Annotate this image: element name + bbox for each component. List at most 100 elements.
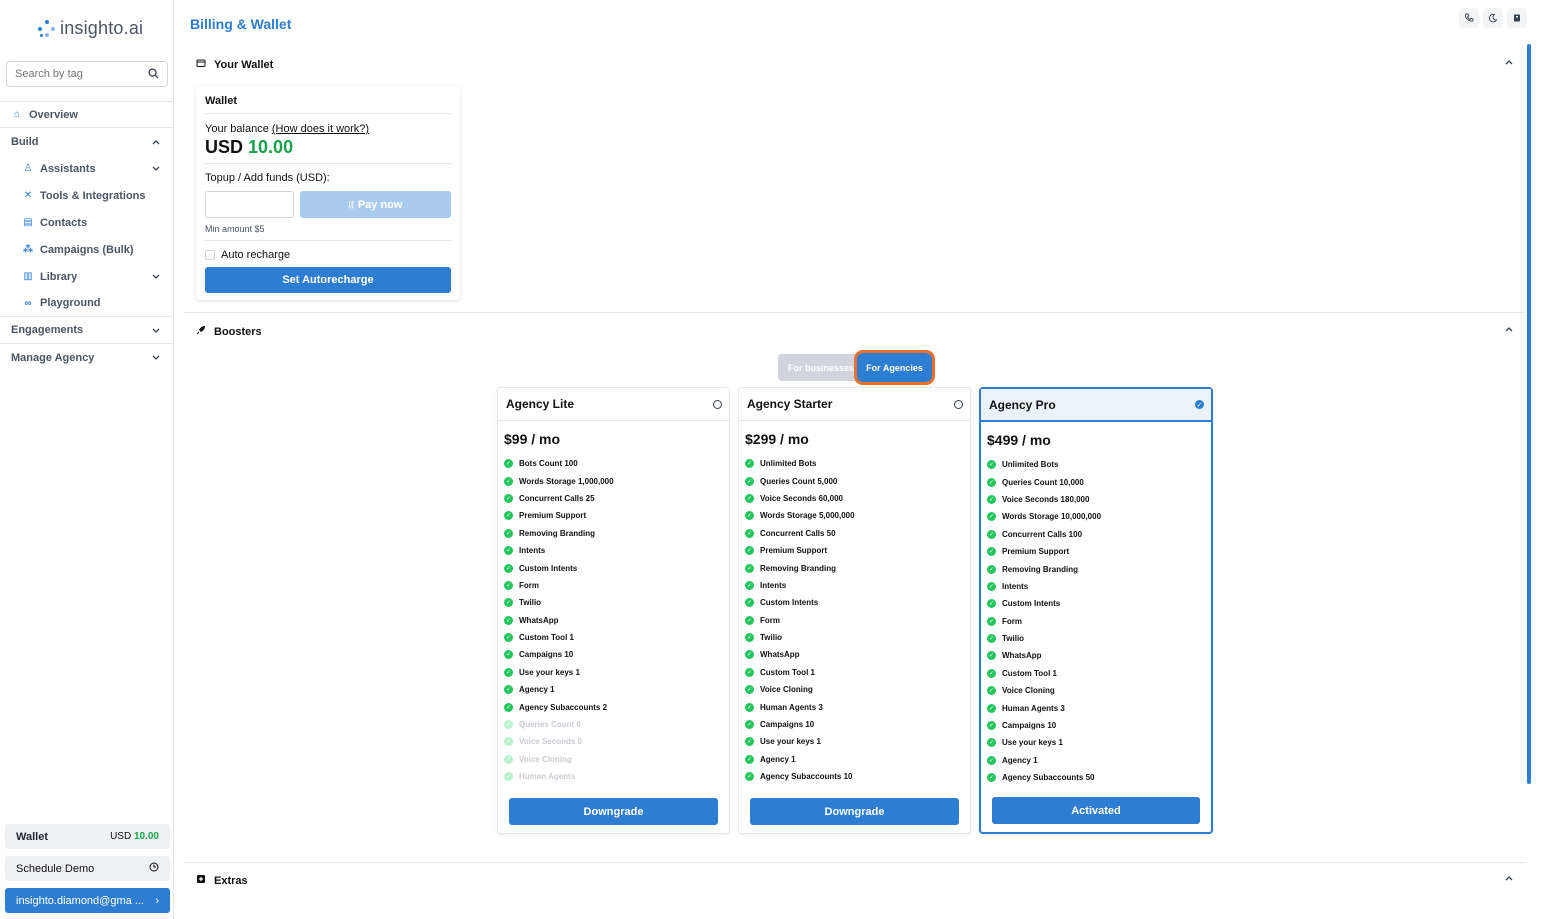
user-icon: ♙ [23,163,33,174]
plan-name: Agency Lite [506,397,575,411]
check-icon: ✓ [504,546,513,556]
sidebar-section-build[interactable]: Build [0,128,174,155]
wallet-icon [196,58,206,71]
auto-recharge-checkbox[interactable] [205,250,215,260]
sidebar-item-label: Overview [29,108,78,121]
check-icon: ✓ [745,580,754,590]
check-icon: ✓ [987,616,996,626]
sidebar-section-manage-agency[interactable]: Manage Agency [0,344,174,371]
sidebar-item-playground[interactable]: ∞ Playground [0,290,174,317]
feature-item: ✓ Intents [504,546,546,556]
check-icon: ✓ [987,477,996,487]
sidebar-wallet[interactable]: Wallet USD 10.00 [5,824,170,849]
plan-card-agency-lite[interactable]: Agency Lite $99 / mo ✓ Bots Count 100 ✓ Wo… [497,387,730,834]
sidebar-item-assistants[interactable]: ♙ Assistants [0,155,174,182]
check-icon: ✓ [504,702,513,712]
check-icon: ✓ [504,685,513,695]
logo[interactable]: insighto.ai [38,18,143,39]
moon-icon[interactable] [1483,8,1503,28]
extras-section-header[interactable]: Extras [196,874,248,887]
wallet-card: Wallet Your balance (How does it work?) … [196,86,460,300]
pay-now-button[interactable]: (( Pay now [300,191,451,218]
feature-item: ✓ Use your keys 1 [987,738,1063,748]
feature-item: ✓ Bots Count 100 [504,459,578,469]
plan-card-agency-pro[interactable]: Agency Pro ✓ $499 / mo ✓ Unlimited Bots ✓… [979,387,1213,834]
sidebar-nav: ⌂ Overview Build ♙ Assistants ✕ Tools & … [0,101,174,371]
sidebar-item-overview[interactable]: ⌂ Overview [0,101,174,128]
feature-item: ✓ Unlimited Bots [987,460,1059,470]
check-icon: ✓ [745,685,754,695]
plan-name: Agency Pro [989,397,1056,412]
check-icon: ✓ [745,650,754,660]
boosters-section-header[interactable]: Boosters [196,325,262,338]
sidebar-item-library[interactable]: ▥ Library [0,263,174,290]
check-icon: ✓ [504,563,513,573]
wallet-section-header[interactable]: Your Wallet [196,58,273,71]
user-account-button[interactable]: insighto.diamond@gma ... › [5,888,170,913]
sidebar-item-tools[interactable]: ✕ Tools & Integrations [0,182,174,209]
feature-item: ✓ Use your keys 1 [745,737,821,747]
feature-item: ✓ Agency Subaccounts 50 [987,773,1095,783]
sidebar-section-label: Manage Agency [11,351,95,364]
plan-radio[interactable] [713,399,722,409]
check-icon: ✓ [504,667,513,677]
feature-item: ✓ Campaigns 10 [987,721,1057,731]
sidebar-item-contacts[interactable]: ▤ Contacts [0,209,174,236]
check-icon: ✓ [745,633,754,643]
check-icon: ✓ [987,755,996,765]
tools-icon: ✕ [23,190,33,201]
feature-item: ✓ Human Agents 3 [745,702,823,712]
check-icon: ✓ [987,512,996,522]
book-icon[interactable] [1507,8,1527,28]
feature-item: ✓ Voice Seconds 180,000 [987,494,1090,504]
check-icon: ✓ [987,634,996,644]
sidebar-item-label: Library [40,270,78,283]
chevron-up-icon[interactable] [1505,873,1513,884]
extras-title: Extras [214,874,248,887]
feature-item: ✓ Intents [987,581,1029,591]
feature-item: ✓ Use your keys 1 [504,667,580,677]
chevron-up-icon[interactable] [1505,324,1513,335]
check-icon: ✓ [504,737,513,747]
plan-radio[interactable] [954,399,963,409]
check-icon: ✓ [987,738,996,748]
sidebar: insighto.ai ⌂ Overview Build ♙ Assistant… [0,0,174,919]
auto-recharge-row[interactable]: Auto recharge [205,249,451,261]
feature-item: ✓ WhatsApp [987,651,1042,661]
downgrade-button[interactable]: Downgrade [509,798,718,825]
plus-square-icon [196,874,206,887]
sidebar-item-label: Assistants [40,162,96,175]
feature-item: ✓ Removing Branding [504,528,596,538]
plan-price: $99 / mo [504,431,561,447]
chevron-up-icon [152,136,160,148]
sidebar-item-campaigns[interactable]: ⁂ Campaigns (Bulk) [0,236,174,263]
sidebar-section-label: Engagements [11,324,84,336]
plan-radio-checked-icon[interactable]: ✓ [1195,400,1204,409]
activated-button[interactable]: Activated [992,797,1200,824]
sidebar-section-engagements[interactable]: Engagements [0,317,174,344]
scrollbar[interactable] [1527,44,1531,784]
feature-item: ✓ Concurrent Calls 50 [745,528,836,538]
feature-item: ✓ Twilio [987,634,1025,644]
phone-icon[interactable] [1459,8,1479,28]
downgrade-button[interactable]: Downgrade [750,798,959,825]
search-box[interactable] [6,61,168,87]
check-icon: ✓ [987,547,996,557]
search-icon[interactable] [148,68,159,82]
feature-item: ✓ Agency Subaccounts 2 [504,702,608,712]
topup-amount-input[interactable] [205,191,294,218]
home-icon: ⌂ [13,109,21,120]
logo-text: insighto.ai [60,18,144,38]
how-does-it-work-link[interactable]: (How does it work?) [272,123,369,135]
plan-card-agency-starter[interactable]: Agency Starter $299 / mo ✓ Unlimited Bots… [738,387,971,834]
clock-icon [149,862,159,875]
tab-for-businesses[interactable]: For businesses [778,354,864,381]
feature-item: ✓ Form [745,615,780,625]
search-input[interactable] [15,68,135,80]
tab-for-agencies[interactable]: For Agencies [854,350,935,385]
schedule-demo-button[interactable]: Schedule Demo [5,856,170,881]
set-autorecharge-button[interactable]: Set Autorecharge [205,267,451,293]
feature-item-disabled: ✓ Queries Count 0 [504,720,581,730]
feature-item: ✓ Form [504,580,539,590]
chevron-up-icon[interactable] [1505,57,1513,68]
